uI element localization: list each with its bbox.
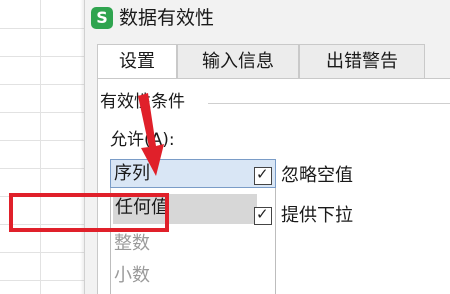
check-icon: ✓ — [256, 165, 269, 183]
wps-app-icon: S — [91, 7, 113, 29]
dialog-titlebar[interactable]: S 数据有效性 — [85, 0, 450, 36]
spreadsheet-background — [0, 0, 84, 294]
ignore-blank-checkbox[interactable]: ✓ — [254, 165, 272, 185]
show-dropdown-label: 提供下拉 — [281, 205, 353, 226]
settings-panel: 有效性条件 允许(A): 序列 ▼ 任何值 整数 小数 — [97, 78, 450, 294]
data-validation-dialog: S 数据有效性 设置 输入信息 出错警告 有效性条件 允许(A): 序列 ▼ 任… — [84, 0, 450, 294]
dialog-title: 数据有效性 — [119, 7, 215, 29]
tab-input-message[interactable]: 输入信息 — [177, 44, 299, 78]
option-integer[interactable]: 整数 — [114, 230, 150, 258]
allow-select-value: 序列 — [114, 163, 150, 184]
group-divider — [208, 103, 450, 104]
tab-settings[interactable]: 设置 — [97, 44, 177, 80]
allow-select[interactable]: 序列 ▼ — [110, 159, 276, 188]
validation-criteria-label: 有效性条件 — [100, 91, 189, 113]
option-decimal[interactable]: 小数 — [114, 262, 150, 290]
allow-label: 允许(A): — [110, 130, 175, 150]
check-icon: ✓ — [256, 205, 269, 223]
highlight-box — [9, 193, 169, 232]
tab-error-alert[interactable]: 出错警告 — [299, 44, 425, 78]
ignore-blank-label: 忽略空值 — [281, 165, 353, 186]
show-dropdown-checkbox[interactable]: ✓ — [254, 205, 272, 225]
